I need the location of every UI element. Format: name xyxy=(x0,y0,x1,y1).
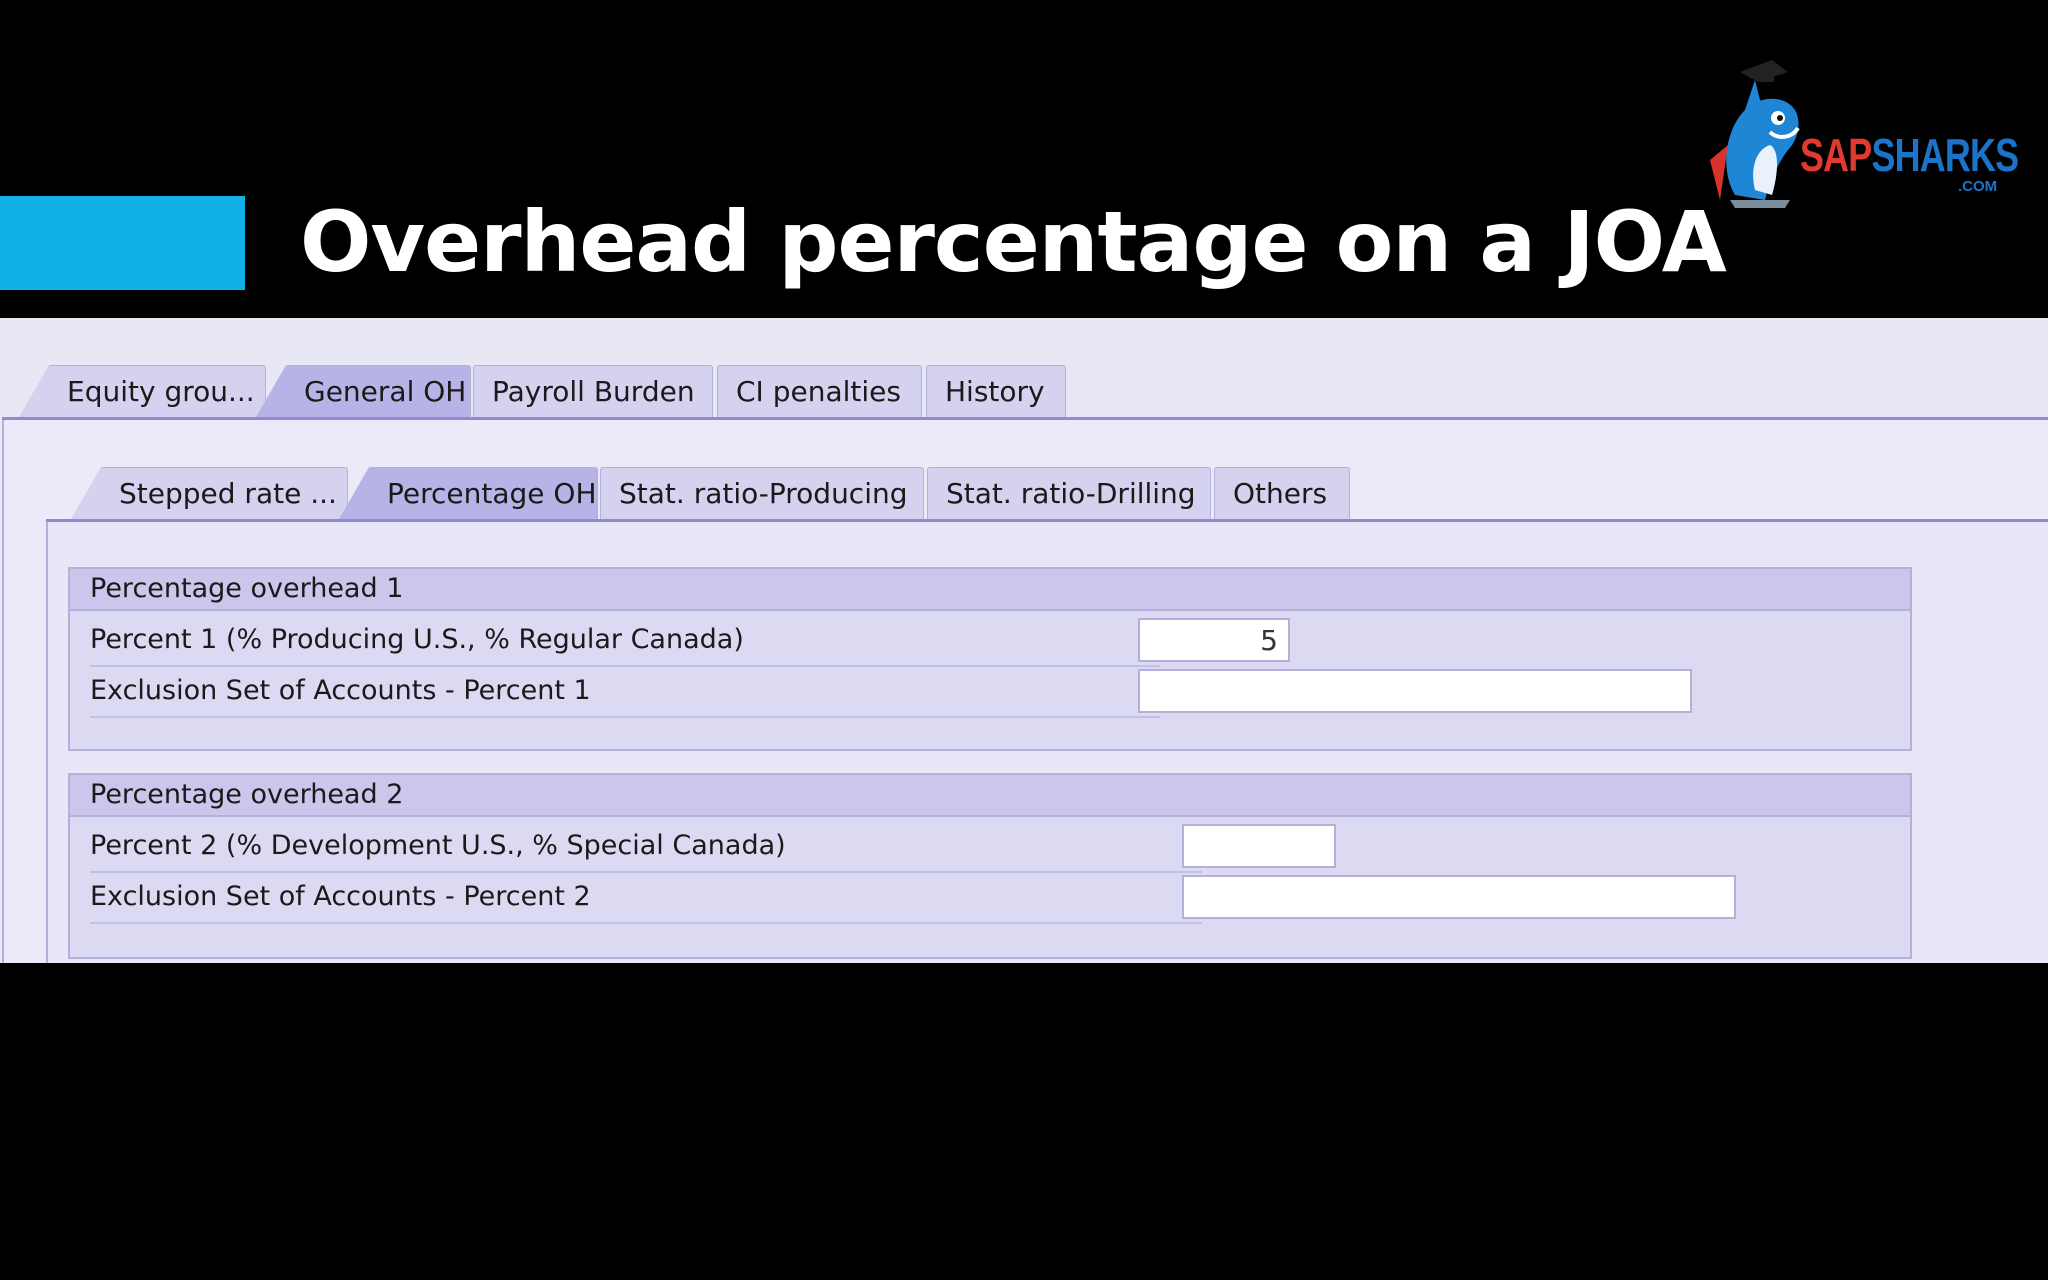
tab-payroll-burden[interactable]: Payroll Burden xyxy=(473,365,713,417)
inner-tabstrip: Stepped rate ... Percentage OH Stat. rat… xyxy=(0,467,2048,519)
tab-label: Others xyxy=(1233,477,1328,510)
logo-sap-text: SAP xyxy=(1800,129,1872,181)
tab-stepped-rate[interactable]: Stepped rate ... xyxy=(71,467,348,519)
tab-percentage-oh[interactable]: Percentage OH xyxy=(339,467,598,519)
tab-general-oh[interactable]: General OH xyxy=(256,365,471,417)
exclusion-set-2-input[interactable] xyxy=(1182,875,1736,919)
percent-1-input[interactable] xyxy=(1138,618,1290,662)
group-title: Percentage overhead 1 xyxy=(70,569,1910,611)
tab-others[interactable]: Others xyxy=(1214,467,1350,519)
percent-2-label: Percent 2 (% Development U.S., % Special… xyxy=(90,830,786,861)
slide-title: Overhead percentage on a JOA xyxy=(300,193,1727,291)
percent-2-input[interactable] xyxy=(1182,824,1336,868)
row-divider xyxy=(90,922,1202,924)
tab-history[interactable]: History xyxy=(926,365,1066,417)
group-title: Percentage overhead 2 xyxy=(70,775,1910,817)
exclusion-set-1-label: Exclusion Set of Accounts - Percent 1 xyxy=(90,675,591,706)
group-percentage-overhead-2: Percentage overhead 2 Percent 2 (% Devel… xyxy=(68,773,1912,959)
logo-com-text: .COM xyxy=(1958,178,1998,195)
sap-screen: Equity grou... General OH Payroll Burden… xyxy=(0,318,2048,963)
tab-label: Stat. ratio-Drilling xyxy=(946,477,1196,510)
tab-label: CI penalties xyxy=(736,375,901,408)
row-divider xyxy=(90,716,1160,718)
tab-label: Percentage OH xyxy=(387,477,597,510)
percent-1-label: Percent 1 (% Producing U.S., % Regular C… xyxy=(90,624,744,655)
tab-label: Equity grou... xyxy=(67,375,255,408)
tab-label: Payroll Burden xyxy=(492,375,695,408)
tab-label: History xyxy=(945,375,1045,408)
outer-tabstrip: Equity grou... General OH Payroll Burden… xyxy=(0,365,2048,417)
tab-equity-group[interactable]: Equity grou... xyxy=(19,365,266,417)
tab-label: Stat. ratio-Producing xyxy=(619,477,908,510)
group-percentage-overhead-1: Percentage overhead 1 Percent 1 (% Produ… xyxy=(68,567,1912,751)
tab-label: Stepped rate ... xyxy=(119,477,337,510)
sapsharks-logo: SAPSHARKS .COM xyxy=(1700,50,2019,210)
title-accent-bar xyxy=(0,196,245,290)
logo-sharks-text: SHARKS xyxy=(1871,129,2019,181)
tab-ci-penalties[interactable]: CI penalties xyxy=(717,365,922,417)
tab-label: General OH xyxy=(304,375,467,408)
exclusion-set-2-label: Exclusion Set of Accounts - Percent 2 xyxy=(90,881,591,912)
tab-stat-ratio-drilling[interactable]: Stat. ratio-Drilling xyxy=(927,467,1211,519)
exclusion-set-1-input[interactable] xyxy=(1138,669,1692,713)
tab-stat-ratio-producing[interactable]: Stat. ratio-Producing xyxy=(600,467,924,519)
